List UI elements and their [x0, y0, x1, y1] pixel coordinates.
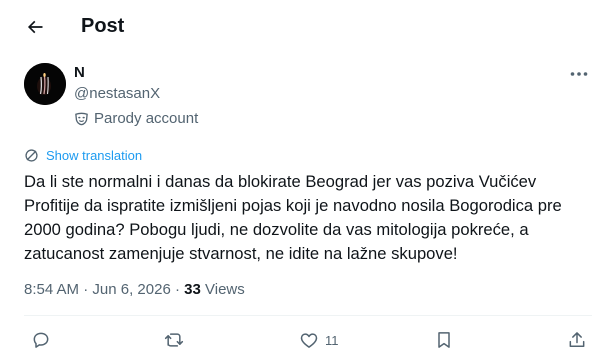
parody-label: Parody account [94, 109, 199, 127]
post-time[interactable]: 8:54 AM [24, 281, 79, 298]
bookmark-button[interactable] [432, 328, 456, 352]
share-icon [565, 328, 589, 352]
action-bar: 11 [0, 318, 608, 362]
parody-badge: Parody account [74, 108, 198, 128]
arrow-left-icon [27, 20, 43, 34]
more-options-button[interactable] [568, 66, 590, 82]
bookmark-icon [432, 328, 456, 352]
views-label: Views [205, 281, 245, 298]
more-icon [570, 72, 588, 76]
meta-separator-2: · [174, 281, 180, 298]
repost-icon [162, 328, 186, 352]
like-button[interactable]: 11 [297, 328, 339, 352]
views-count[interactable]: 33 [184, 281, 201, 298]
reply-icon [29, 328, 53, 352]
author-handle[interactable]: @nestasanX [74, 84, 160, 104]
meta-separator: · [83, 281, 89, 298]
repost-button[interactable] [162, 328, 186, 352]
author-name[interactable]: N [74, 63, 85, 83]
back-button[interactable] [22, 14, 48, 40]
post-meta: 8:54 AM · Jun 6, 2026 · 33 Views [24, 280, 245, 300]
heart-icon [297, 328, 321, 352]
show-translation-link[interactable]: Show translation [24, 146, 142, 164]
page-title: Post [81, 15, 125, 37]
reply-button[interactable] [29, 328, 53, 352]
show-translation-label: Show translation [46, 147, 143, 163]
post-date[interactable]: Jun 6, 2026 [92, 281, 170, 298]
avatar[interactable] [24, 63, 66, 105]
post-header: Post [0, 0, 608, 52]
divider [24, 315, 592, 316]
like-count: 11 [325, 332, 339, 348]
tweet-text: Da li ste normalni i danas da blokirate … [24, 172, 562, 263]
mask-icon [74, 110, 90, 126]
globe-translate-icon [24, 147, 40, 163]
candle-avatar [24, 63, 66, 105]
share-button[interactable] [565, 328, 589, 352]
